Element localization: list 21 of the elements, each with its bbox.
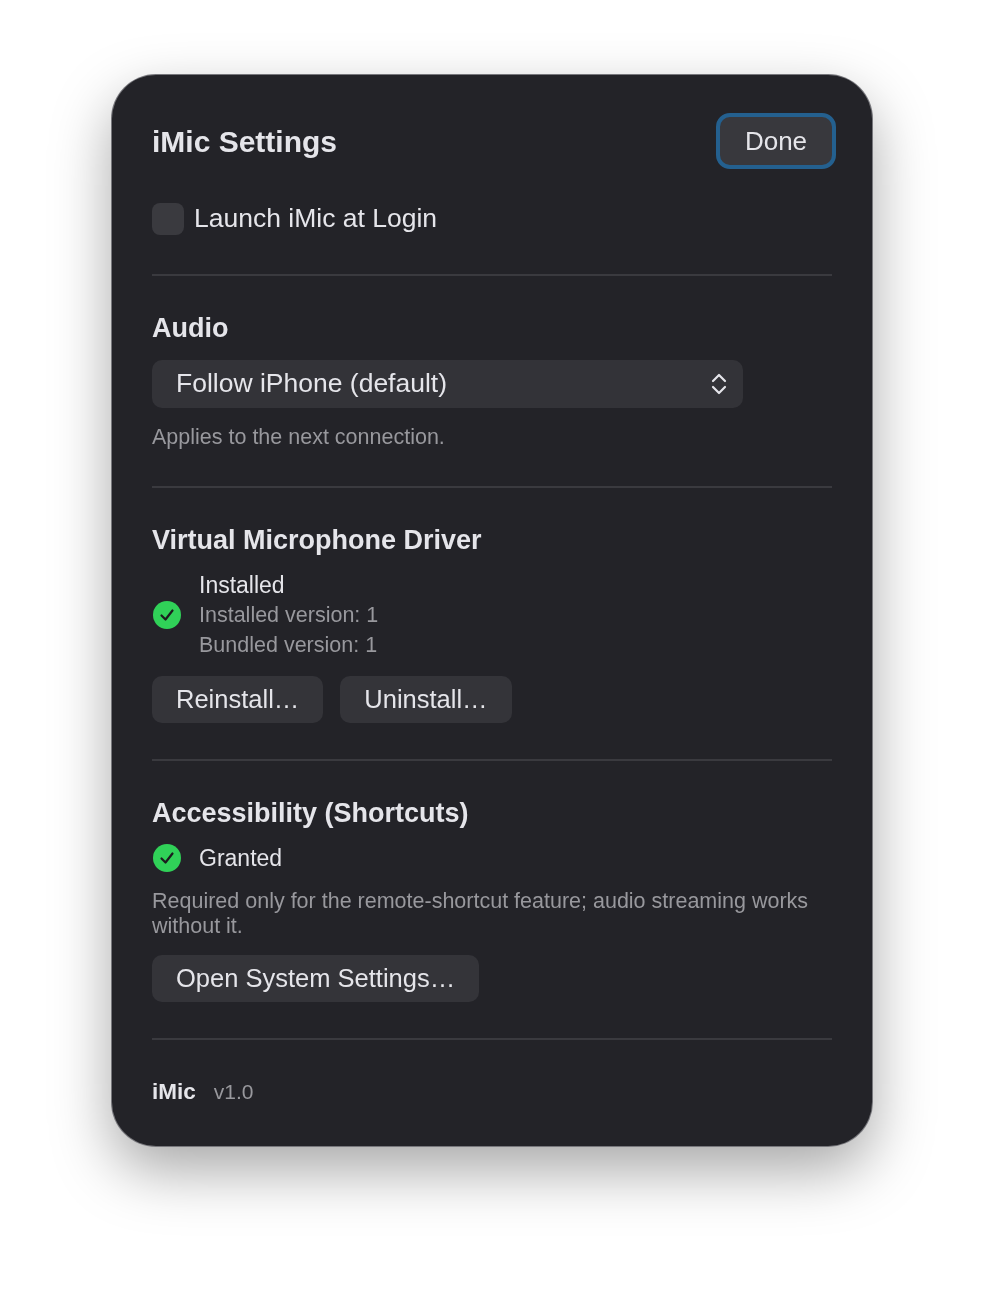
action-button[interactable]: Uninstall… [340, 675, 512, 723]
app-name: iMic [152, 1077, 196, 1106]
status-label: Installed [199, 570, 286, 600]
version-text: Bundled version: 1 [199, 631, 379, 659]
hint-text: Applies to the next connection. [152, 423, 446, 450]
section-heading: Audio [152, 311, 230, 344]
version-label: v1.0 [213, 1078, 254, 1105]
action-button[interactable]: Open System Settings… [152, 954, 480, 1002]
up-down-chevron-icon [711, 371, 727, 396]
section-heading: Accessibility (Shortcuts) [152, 796, 470, 829]
window-title: iMic Settings [152, 123, 338, 160]
description-text: Required only for the remote-shortcut feature; audio streaming works without it. [152, 888, 810, 939]
done-button[interactable]: Done [716, 113, 836, 169]
action-button[interactable]: Reinstall… [152, 675, 324, 723]
status-label: Granted [199, 843, 283, 873]
select-value: Follow iPhone (default) [176, 366, 448, 400]
checkbox[interactable] [152, 202, 184, 235]
audio-select[interactable]: Follow iPhone (default) [152, 359, 743, 408]
version-text: Installed version: 1 [199, 601, 379, 629]
checkbox-label: Launch iMic at Login [194, 202, 438, 235]
section-heading: Virtual Microphone Driver [152, 523, 483, 556]
